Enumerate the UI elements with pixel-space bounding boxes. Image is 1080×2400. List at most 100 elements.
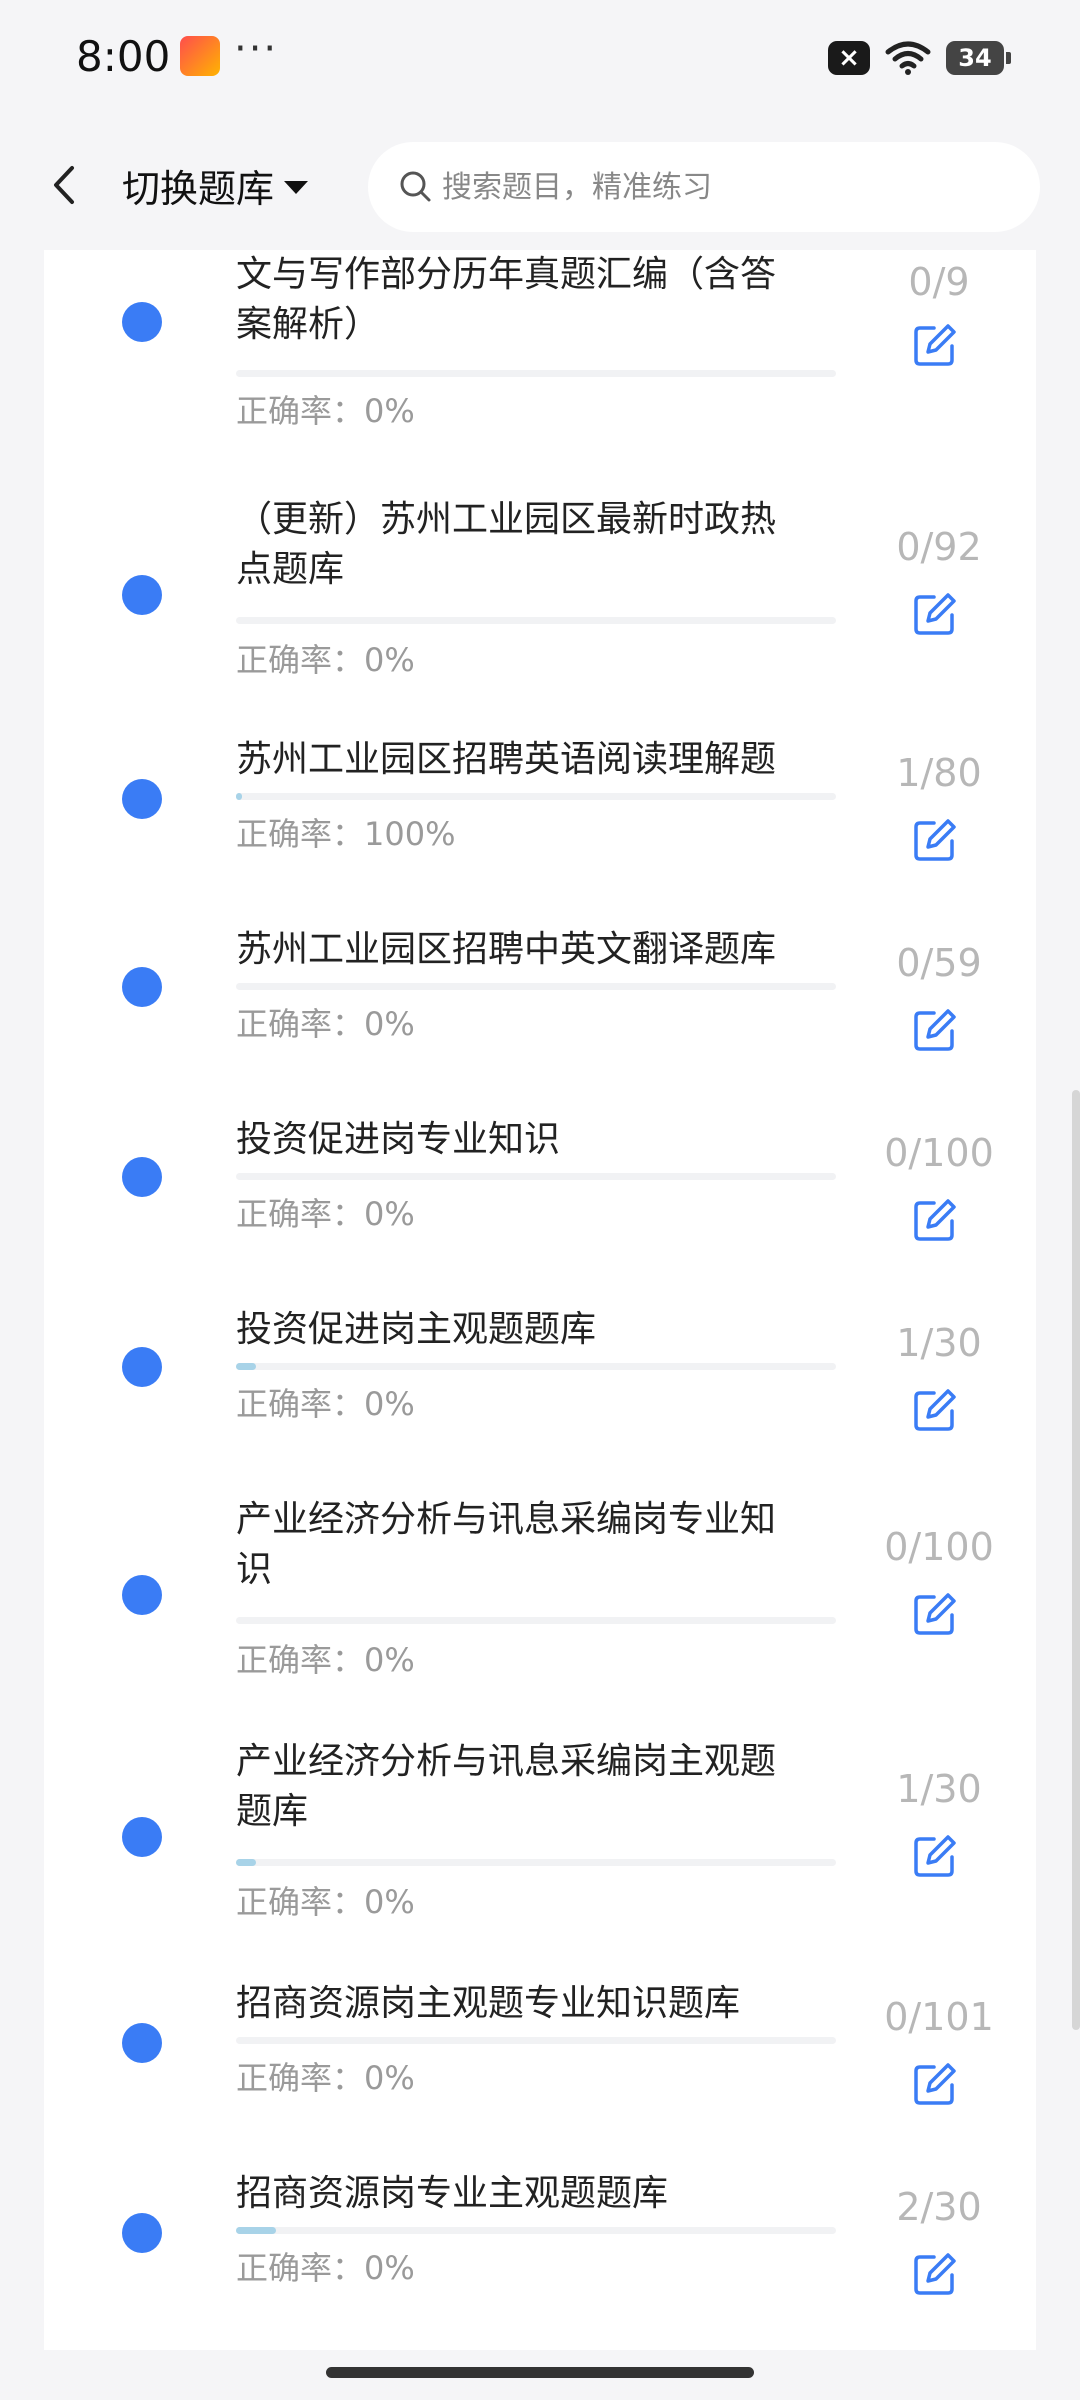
accuracy-label: 正确率： bbox=[236, 1385, 365, 1423]
item-title: 产业经济分析与讯息采编岗专业知识 bbox=[236, 1495, 836, 1595]
progress-bar bbox=[236, 370, 836, 377]
accuracy-text: 正确率：0% bbox=[236, 2243, 415, 2289]
edit-icon[interactable] bbox=[912, 1387, 958, 1433]
item-title-line: 识 bbox=[236, 1549, 273, 1590]
accuracy-label: 正确率： bbox=[236, 1195, 365, 1233]
edit-icon[interactable] bbox=[912, 817, 958, 863]
edit-icon[interactable] bbox=[912, 1197, 958, 1243]
progress-bar bbox=[236, 1617, 836, 1624]
top-bar: 切换题库 bbox=[0, 120, 1080, 250]
home-indicator bbox=[326, 2367, 754, 2378]
status-dot bbox=[122, 2023, 162, 2063]
accuracy-label: 正确率： bbox=[236, 1641, 365, 1679]
accuracy-text: 正确率：0% bbox=[236, 1189, 415, 1235]
item-title: 苏州工业园区招聘英语阅读理解题 bbox=[236, 735, 836, 785]
item-title-line: 点题库 bbox=[236, 549, 345, 590]
status-dot bbox=[122, 1157, 162, 1197]
accuracy-label: 正确率： bbox=[236, 2249, 365, 2287]
status-time: 8:00 bbox=[76, 32, 171, 81]
wifi-icon bbox=[885, 41, 931, 75]
item-title: 投资促进岗专业知识 bbox=[236, 1115, 836, 1165]
item-title-line: 产业经济分析与讯息采编岗主观题 bbox=[236, 1741, 777, 1782]
list-item[interactable]: 投资促进岗主观题题库正确率：0% 1/30 bbox=[44, 1305, 1036, 1495]
item-title: 投资促进岗主观题题库 bbox=[236, 1305, 836, 1355]
item-title: 招商资源岗专业主观题题库 bbox=[236, 2169, 836, 2219]
close-icon: × bbox=[828, 41, 870, 75]
item-title-line: 文与写作部分历年真题汇编（含答 bbox=[236, 254, 777, 295]
accuracy-text: 正确率：0% bbox=[236, 1379, 415, 1425]
list-item[interactable]: 苏州工业园区招聘中英文翻译题库 正确率：0% 0/59 bbox=[44, 925, 1036, 1115]
item-title-line: 投资促进岗专业知识 bbox=[236, 1119, 561, 1160]
status-dot bbox=[122, 1817, 162, 1857]
search-box[interactable] bbox=[368, 142, 1040, 232]
progress-count: 1/80 bbox=[896, 751, 982, 795]
app-icon bbox=[180, 36, 220, 76]
edit-icon[interactable] bbox=[912, 1591, 958, 1637]
progress-bar bbox=[236, 1859, 836, 1866]
search-input[interactable] bbox=[442, 169, 1002, 205]
item-title: （更新）苏州工业园区最新时政热 点题库 bbox=[236, 495, 836, 595]
accuracy-value: 0% bbox=[364, 1641, 415, 1679]
progress-bar bbox=[236, 2227, 836, 2234]
status-dot bbox=[122, 302, 162, 342]
accuracy-label: 正确率： bbox=[236, 2059, 365, 2097]
accuracy-label: 正确率： bbox=[236, 392, 365, 430]
accuracy-value: 0% bbox=[364, 1195, 415, 1233]
progress-fill bbox=[236, 1859, 256, 1866]
progress-fill bbox=[236, 2227, 277, 2234]
status-dot bbox=[122, 2213, 162, 2253]
accuracy-value: 0% bbox=[364, 1883, 415, 1921]
accuracy-text: 正确率：0% bbox=[236, 2053, 415, 2099]
status-more-dots: ··· bbox=[234, 26, 279, 72]
status-dot bbox=[122, 967, 162, 1007]
list-item[interactable]: 文与写作部分历年真题汇编（含答 案解析） 正确率：0% 0/9 bbox=[44, 250, 1036, 430]
accuracy-value: 0% bbox=[364, 1005, 415, 1043]
edit-icon[interactable] bbox=[912, 591, 958, 637]
item-title-line: 产业经济分析与讯息采编岗专业知 bbox=[236, 1499, 777, 1540]
accuracy-label: 正确率： bbox=[236, 1005, 365, 1043]
list-item[interactable]: 招商资源岗专业主观题题库 正确率：0% 2/30 bbox=[44, 2169, 1036, 2350]
edit-icon[interactable] bbox=[912, 322, 958, 368]
switch-bank-label: 切换题库 bbox=[122, 167, 275, 211]
progress-bar bbox=[236, 793, 836, 800]
accuracy-label: 正确率： bbox=[236, 1883, 365, 1921]
list-item[interactable]: 产业经济分析与讯息采编岗专业知识正确率：0% 0/100 bbox=[44, 1495, 1036, 1685]
progress-bar bbox=[236, 2037, 836, 2044]
item-title-line: 案解析） bbox=[236, 304, 381, 345]
progress-fill bbox=[236, 1363, 256, 1370]
progress-fill bbox=[236, 793, 242, 800]
item-title-line: 苏州工业园区招聘中英文翻译题库 bbox=[236, 929, 777, 970]
accuracy-value: 0% bbox=[364, 392, 415, 430]
accuracy-text: 正确率：0% bbox=[236, 386, 415, 432]
scrollbar[interactable] bbox=[1072, 1090, 1080, 2030]
list-item[interactable]: （更新）苏州工业园区最新时政热 点题库正确率：0% 0/92 bbox=[44, 495, 1036, 685]
switch-bank-button[interactable]: 切换题库 bbox=[122, 158, 309, 213]
edit-icon[interactable] bbox=[912, 1007, 958, 1053]
progress-bar bbox=[236, 617, 836, 624]
question-bank-list: 文与写作部分历年真题汇编（含答 案解析） 正确率：0% 0/9 （更新）苏州工业园区最新… bbox=[44, 250, 1036, 2350]
accuracy-value: 0% bbox=[364, 1385, 415, 1423]
progress-bar bbox=[236, 1363, 836, 1370]
item-title: 苏州工业园区招聘中英文翻译题库 bbox=[236, 925, 836, 975]
edit-icon[interactable] bbox=[912, 1833, 958, 1879]
progress-count: 1/30 bbox=[896, 1767, 982, 1811]
edit-icon[interactable] bbox=[912, 2251, 958, 2297]
progress-count: 1/30 bbox=[896, 1321, 982, 1365]
list-item[interactable]: 招商资源岗主观题专业知识题库 正确率：0% 0/101 bbox=[44, 1979, 1036, 2169]
item-title-line: 题库 bbox=[236, 1791, 309, 1832]
item-title-line: 苏州工业园区招聘英语阅读理解题 bbox=[236, 739, 777, 780]
status-dot bbox=[122, 779, 162, 819]
item-title: 招商资源岗主观题专业知识题库 bbox=[236, 1979, 836, 2029]
progress-count: 0/100 bbox=[884, 1131, 994, 1175]
edit-icon[interactable] bbox=[912, 2061, 958, 2107]
progress-count: 0/92 bbox=[896, 525, 982, 569]
back-icon[interactable] bbox=[44, 160, 84, 210]
item-title: 文与写作部分历年真题汇编（含答 案解析） bbox=[236, 250, 836, 350]
list-item[interactable]: 产业经济分析与讯息采编岗主观题 题库正确率：0% 1/30 bbox=[44, 1737, 1036, 1927]
status-dot bbox=[122, 575, 162, 615]
accuracy-text: 正确率：0% bbox=[236, 999, 415, 1045]
accuracy-label: 正确率： bbox=[236, 641, 365, 679]
list-item[interactable]: 苏州工业园区招聘英语阅读理解题 正确率：100% 1/80 bbox=[44, 735, 1036, 925]
list-item[interactable]: 投资促进岗专业知识 正确率：0% 0/100 bbox=[44, 1115, 1036, 1305]
accuracy-value: 0% bbox=[364, 641, 415, 679]
